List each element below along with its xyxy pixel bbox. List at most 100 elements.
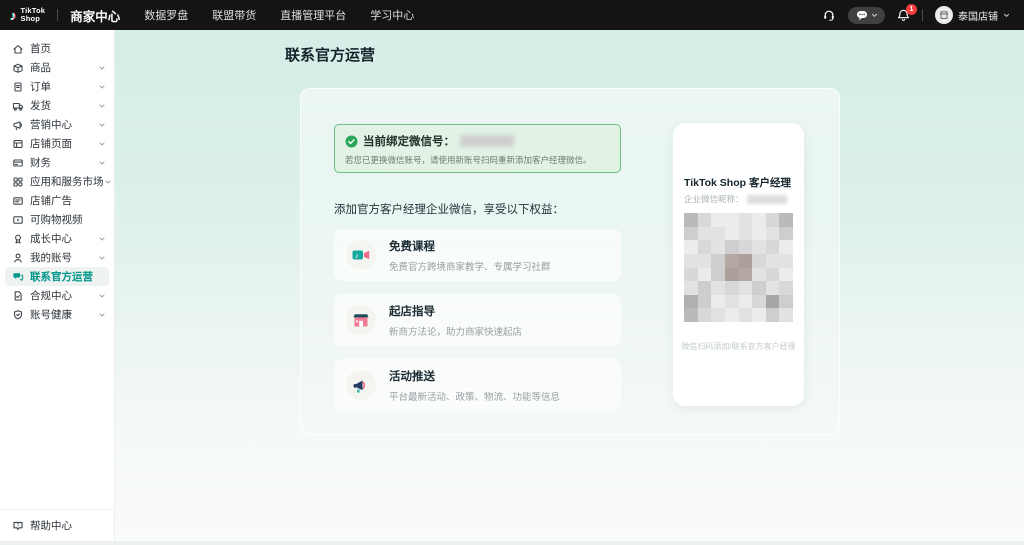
contact-panel: 当前绑定微信号： 若您已更换微信账号，请使用新账号扫码重新添加客户经理微信。 添… bbox=[300, 88, 840, 435]
sidebar-item-finance[interactable]: 财务 bbox=[0, 153, 114, 172]
qr-contact-card: TikTok Shop 客户经理 企业微信昵称： 微信扫码添加/联系官方客户经理 bbox=[673, 123, 804, 406]
topnav-item-live-management[interactable]: 直播管理平台 bbox=[280, 7, 346, 23]
sidebar-item-label: 店铺页面 bbox=[30, 138, 72, 150]
benefit-title: 免费课程 bbox=[389, 240, 435, 253]
logo-text: TikTok Shop bbox=[20, 6, 46, 23]
sidebar-item-my-account[interactable]: 我的账号 bbox=[0, 248, 114, 267]
store-name: 泰国店铺 bbox=[958, 11, 998, 23]
svg-text:?: ? bbox=[17, 522, 20, 528]
qr-footer-hint: 微信扫码添加/联系官方客户经理 bbox=[681, 342, 796, 351]
order-icon bbox=[12, 81, 24, 93]
sidebar-item-home[interactable]: 首页 bbox=[0, 39, 114, 58]
activity-push-icon bbox=[346, 370, 376, 400]
shoppable-video-icon bbox=[12, 214, 24, 226]
topnav-item-affiliate-marketing[interactable]: 联盟带货 bbox=[212, 7, 256, 23]
chevron-down-icon bbox=[1003, 13, 1010, 17]
sidebar-item-label: 成长中心 bbox=[30, 233, 72, 245]
apps-market-icon bbox=[12, 176, 24, 188]
sidebar-item-label: 营销中心 bbox=[30, 119, 72, 131]
sidebar-item-shop-ads[interactable]: 店铺广告 bbox=[0, 191, 114, 210]
wechat-binding-banner: 当前绑定微信号： 若您已更换微信账号，请使用新账号扫码重新添加客户经理微信。 bbox=[334, 124, 621, 173]
sidebar-item-compliance-center[interactable]: 合规中心 bbox=[0, 286, 114, 305]
finance-icon bbox=[12, 157, 24, 169]
account-health-icon bbox=[12, 309, 24, 321]
home-icon bbox=[12, 43, 24, 55]
divider bbox=[922, 9, 923, 21]
sidebar-item-label: 联系官方运营 bbox=[30, 271, 93, 283]
sidebar: 首页商品订单发货营销中心店铺页面财务应用和服务市场 店铺广告可购物视频成长中心我的… bbox=[0, 30, 115, 545]
notifications-button[interactable]: 1 bbox=[897, 3, 917, 22]
shop-ads-icon bbox=[12, 195, 24, 207]
sidebar-item-label: 店铺广告 bbox=[30, 195, 72, 207]
messages-button[interactable] bbox=[848, 6, 885, 24]
topnav-item-learning-center[interactable]: 学习中心 bbox=[370, 7, 414, 23]
benefit-card-free-course: ♪ 免费课程 免费官方跨境商家教学、专属学习社群 bbox=[334, 229, 621, 281]
sidebar-item-label: 合规中心 bbox=[30, 290, 72, 302]
main-content: 联系官方运营 当前绑定微信号： 若您已更换微信账号，请使用新账号扫码重新添加客户… bbox=[115, 30, 1024, 545]
sidebar-item-marketing[interactable]: 营销中心 bbox=[0, 115, 114, 134]
chevron-down-icon bbox=[98, 311, 106, 319]
sidebar-item-help-center[interactable]: ? 帮助中心 bbox=[0, 509, 114, 541]
sidebar-item-apps-market[interactable]: 应用和服务市场 bbox=[0, 172, 114, 191]
store-avatar bbox=[935, 6, 953, 24]
help-bubble-icon: ? bbox=[12, 520, 24, 532]
chevron-down-icon bbox=[98, 254, 106, 262]
sidebar-item-store-page[interactable]: 店铺页面 bbox=[0, 134, 114, 153]
page-title: 联系官方运营 bbox=[285, 47, 376, 64]
sidebar-item-label: 发货 bbox=[30, 100, 51, 112]
sidebar-item-label: 账号健康 bbox=[30, 309, 72, 321]
benefit-title: 起店指导 bbox=[389, 305, 435, 318]
contact-official-icon bbox=[12, 271, 24, 283]
sidebar-navigation: 首页商品订单发货营销中心店铺页面财务应用和服务市场 店铺广告可购物视频成长中心我的… bbox=[0, 30, 114, 324]
chevron-down-icon bbox=[98, 159, 106, 167]
my-account-icon bbox=[12, 252, 24, 264]
compliance-center-icon bbox=[12, 290, 24, 302]
store-switcher[interactable]: 泰国店铺 bbox=[935, 6, 1010, 24]
binding-note: 若您已更换微信账号，请使用新账号扫码重新添加客户经理微信。 bbox=[345, 155, 592, 165]
support-headset-icon[interactable] bbox=[822, 8, 836, 22]
benefit-description: 平台最新活动、政策、物流、功能等信息 bbox=[389, 391, 561, 403]
chevron-down-icon bbox=[104, 178, 112, 186]
sidebar-item-product[interactable]: 商品 bbox=[0, 58, 114, 77]
sidebar-item-label: 帮助中心 bbox=[30, 520, 72, 532]
benefit-card-store-guide: 起店指导 新商方法论，助力商家快速起店 bbox=[334, 294, 621, 346]
marketing-icon bbox=[12, 119, 24, 131]
free-course-icon: ♪ bbox=[346, 240, 376, 270]
notification-badge: 1 bbox=[906, 3, 917, 15]
divider bbox=[57, 9, 59, 21]
growth-center-icon bbox=[12, 233, 24, 245]
sidebar-item-label: 财务 bbox=[30, 157, 51, 169]
benefit-card-activity-push: 活动推送平台最新活动、政策、物流、功能等信息 bbox=[334, 359, 621, 411]
bound-wechat-label: 当前绑定微信号： bbox=[363, 136, 455, 148]
benefit-title: 活动推送 bbox=[389, 370, 435, 383]
chevron-down-icon bbox=[98, 140, 106, 148]
topnav-item-merchant-center[interactable]: 商家中心 bbox=[70, 6, 120, 25]
wechat-id-redacted bbox=[460, 135, 514, 147]
sidebar-item-contact-official[interactable]: 联系官方运营 bbox=[5, 267, 109, 286]
sidebar-item-label: 订单 bbox=[30, 81, 51, 93]
topbar-actions: 1 泰国店铺 bbox=[822, 3, 1010, 24]
nickname-redacted bbox=[746, 194, 787, 204]
topbar: ♪ TikTok Shop 商家中心 数据罗盘 联盟带货 直播管理平台 学习中心 1 泰… bbox=[0, 0, 1024, 30]
sidebar-item-order[interactable]: 订单 bbox=[0, 77, 114, 96]
sidebar-item-account-health[interactable]: 账号健康 bbox=[0, 305, 114, 324]
chevron-down-icon bbox=[98, 235, 106, 243]
tiktok-shop-logo[interactable]: ♪ TikTok Shop bbox=[10, 7, 45, 23]
sidebar-item-growth-center[interactable]: 成长中心 bbox=[0, 229, 114, 248]
chevron-down-icon bbox=[98, 64, 106, 72]
chat-bubble-icon bbox=[856, 10, 867, 20]
chevron-down-icon bbox=[98, 102, 106, 110]
sidebar-item-label: 首页 bbox=[30, 43, 51, 55]
topnav-item-data-compass[interactable]: 数据罗盘 bbox=[144, 7, 188, 23]
chevron-down-icon bbox=[98, 83, 106, 91]
top-navigation: 商家中心 数据罗盘 联盟带货 直播管理平台 学习中心 bbox=[70, 6, 414, 25]
svg-text:♪: ♪ bbox=[355, 251, 359, 260]
qr-card-title: TikTok Shop 客户经理 bbox=[684, 177, 791, 189]
store-page-icon bbox=[12, 138, 24, 150]
sidebar-item-shoppable-video[interactable]: 可购物视频 bbox=[0, 210, 114, 229]
sidebar-item-label: 我的账号 bbox=[30, 252, 72, 264]
sidebar-item-shipping[interactable]: 发货 bbox=[0, 96, 114, 115]
benefits-heading: 添加官方客户经理企业微信，享受以下权益： bbox=[334, 204, 564, 216]
sidebar-item-label: 应用和服务市场 bbox=[30, 176, 104, 188]
wecom-nickname-row: 企业微信昵称： bbox=[684, 193, 787, 205]
